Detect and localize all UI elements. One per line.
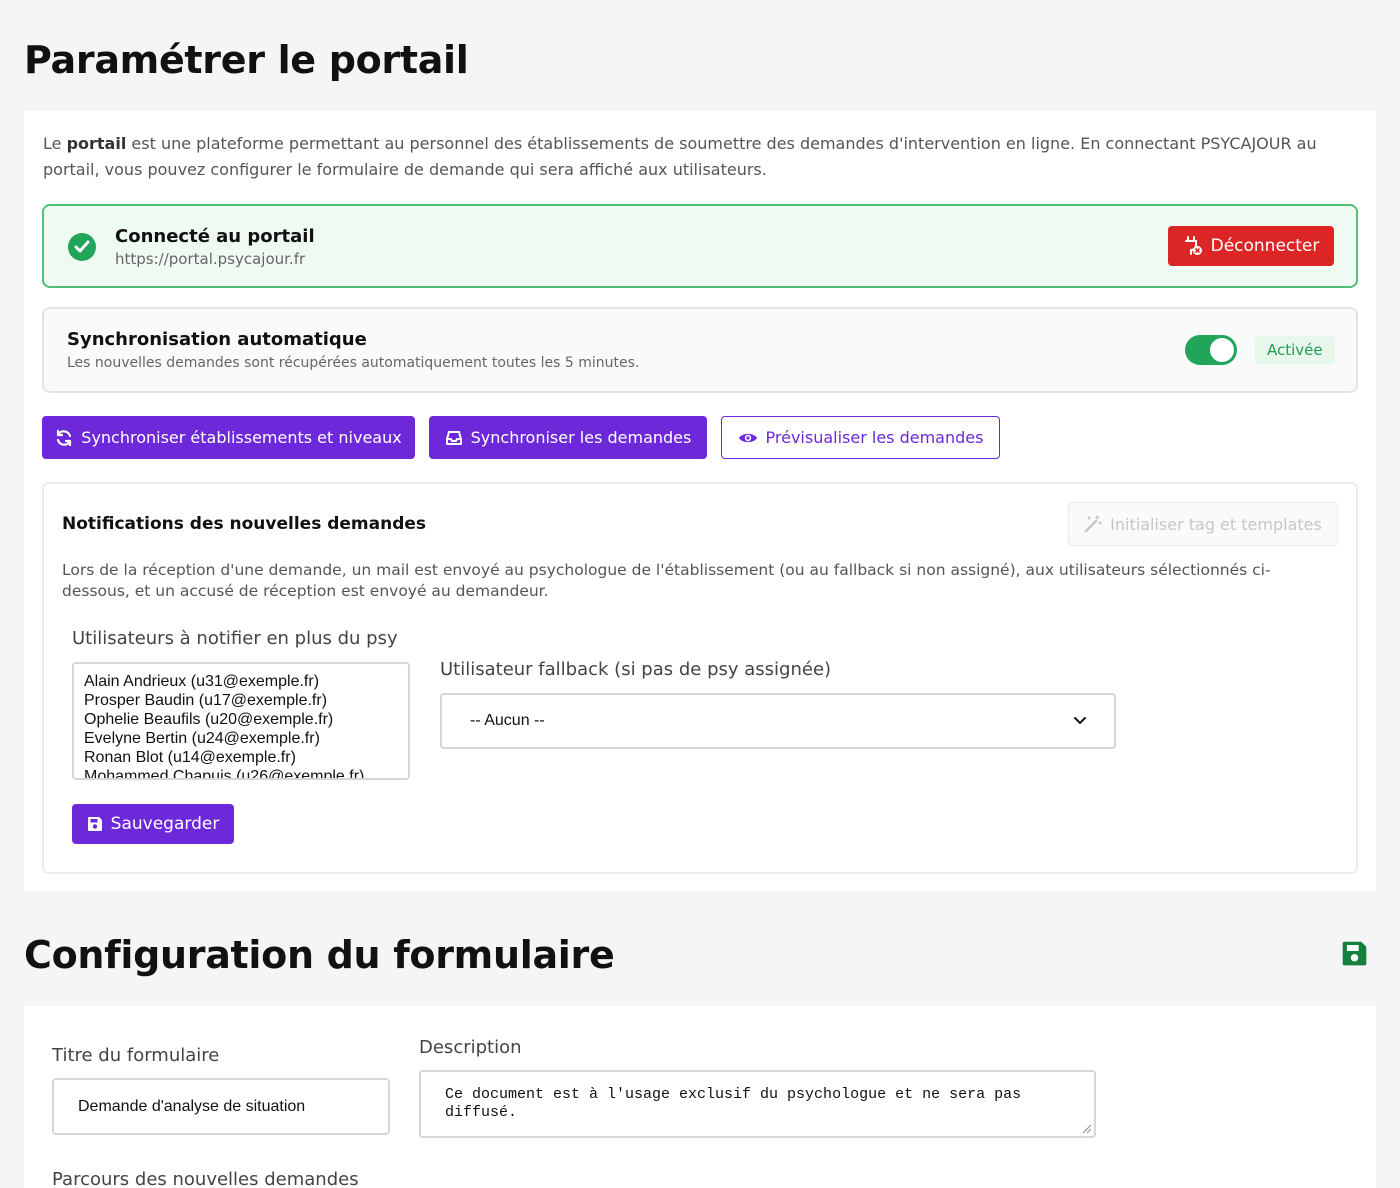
list-item[interactable]: Evelyne Bertin (u24@exemple.fr) — [84, 729, 398, 748]
resize-grip-icon[interactable] — [1082, 1124, 1092, 1134]
check-circle-icon — [68, 233, 96, 261]
description-label: Description — [419, 1037, 522, 1058]
auto-sync-toggle[interactable] — [1185, 335, 1237, 365]
intro-lead: Le — [43, 134, 67, 153]
connection-title: Connecté au portail — [115, 226, 315, 247]
floppy-icon[interactable] — [1341, 940, 1368, 967]
sync-requests-button[interactable]: Synchroniser les demandes — [429, 416, 707, 459]
intro-bold: portail — [66, 134, 127, 153]
form-title-label: Titre du formulaire — [52, 1045, 220, 1066]
save-button[interactable]: Sauvegarder — [72, 804, 234, 844]
fallback-user-select[interactable]: -- Aucun -- — [440, 693, 1116, 749]
status-badge: Activée — [1255, 336, 1335, 364]
refresh-icon — [57, 429, 72, 446]
inbox-icon — [445, 430, 462, 445]
auto-sync-description: Les nouvelles demandes sont récupérées a… — [67, 355, 640, 371]
plug-icon — [1184, 236, 1202, 255]
description-textarea[interactable]: Ce document est à l'usage exclusif du ps… — [419, 1070, 1096, 1138]
notifications-description: Lors de la réception d'une demande, un m… — [62, 561, 1271, 600]
auto-sync-title: Synchronisation automatique — [67, 329, 367, 350]
users-multiselect[interactable]: Alain Andrieux (u31@exemple.fr) Prosper … — [72, 662, 410, 780]
sync-requests-label: Synchroniser les demandes — [470, 428, 692, 447]
fallback-user-label: Utilisateur fallback (si pas de psy assi… — [440, 659, 832, 680]
save-label: Sauvegarder — [110, 814, 220, 834]
portal-settings-panel: Le portail est une plateforme permettant… — [24, 111, 1376, 891]
intro-rest: est une plateforme permettant au personn… — [43, 134, 1317, 179]
list-item[interactable]: Alain Andrieux (u31@exemple.fr) — [84, 672, 398, 691]
disconnect-button[interactable]: Déconnecter — [1168, 226, 1334, 266]
connection-status-card: Connecté au portail https://portal.psyca… — [42, 204, 1358, 288]
init-tag-templates-label: Initialiser tag et templates — [1110, 514, 1322, 534]
toggle-knob — [1210, 338, 1234, 362]
disconnect-label: Déconnecter — [1210, 236, 1320, 256]
users-to-notify-label: Utilisateurs à notifier en plus du psy — [72, 628, 398, 649]
preview-requests-label: Prévisualiser les demandes — [765, 428, 984, 447]
list-item[interactable]: Ophelie Beaufils (u20@exemple.fr) — [84, 710, 398, 729]
notifications-title: Notifications des nouvelles demandes — [62, 514, 427, 534]
description-value: Ce document est à l'usage exclusif du ps… — [445, 1086, 1022, 1121]
form-title-input[interactable]: Demande d'analyse de situation — [52, 1078, 390, 1135]
sync-establishments-label: Synchroniser établissements et niveaux — [81, 428, 402, 447]
notifications-card: Notifications des nouvelles demandes Ini… — [42, 482, 1358, 874]
list-item[interactable]: Prosper Baudin (u17@exemple.fr) — [84, 691, 398, 710]
magic-wand-icon — [1084, 515, 1102, 533]
floppy-icon — [87, 817, 102, 831]
section-title: Configuration du formulaire — [24, 933, 615, 977]
form-config-panel: Titre du formulaire Demande d'analyse de… — [24, 1006, 1376, 1188]
preview-requests-button[interactable]: Prévisualiser les demandes — [721, 416, 1000, 459]
intro-text: Le portail est une plateforme permettant… — [43, 131, 1353, 183]
list-item[interactable]: Ronan Blot (u14@exemple.fr) — [84, 748, 398, 767]
list-item[interactable]: Mohammed Chapuis (u26@exemple.fr) — [84, 767, 398, 778]
eye-icon — [738, 433, 757, 442]
auto-sync-card: Synchronisation automatique Les nouvelle… — [42, 307, 1358, 393]
parcours-label: Parcours des nouvelles demandes — [52, 1169, 359, 1188]
chevron-down-icon — [1074, 717, 1086, 724]
page-title: Paramétrer le portail — [24, 38, 469, 82]
init-tag-templates-button[interactable]: Initialiser tag et templates — [1068, 502, 1338, 546]
fallback-user-value: -- Aucun -- — [470, 712, 545, 729]
connection-url: https://portal.psycajour.fr — [115, 250, 306, 268]
sync-establishments-button[interactable]: Synchroniser établissements et niveaux — [42, 416, 415, 459]
